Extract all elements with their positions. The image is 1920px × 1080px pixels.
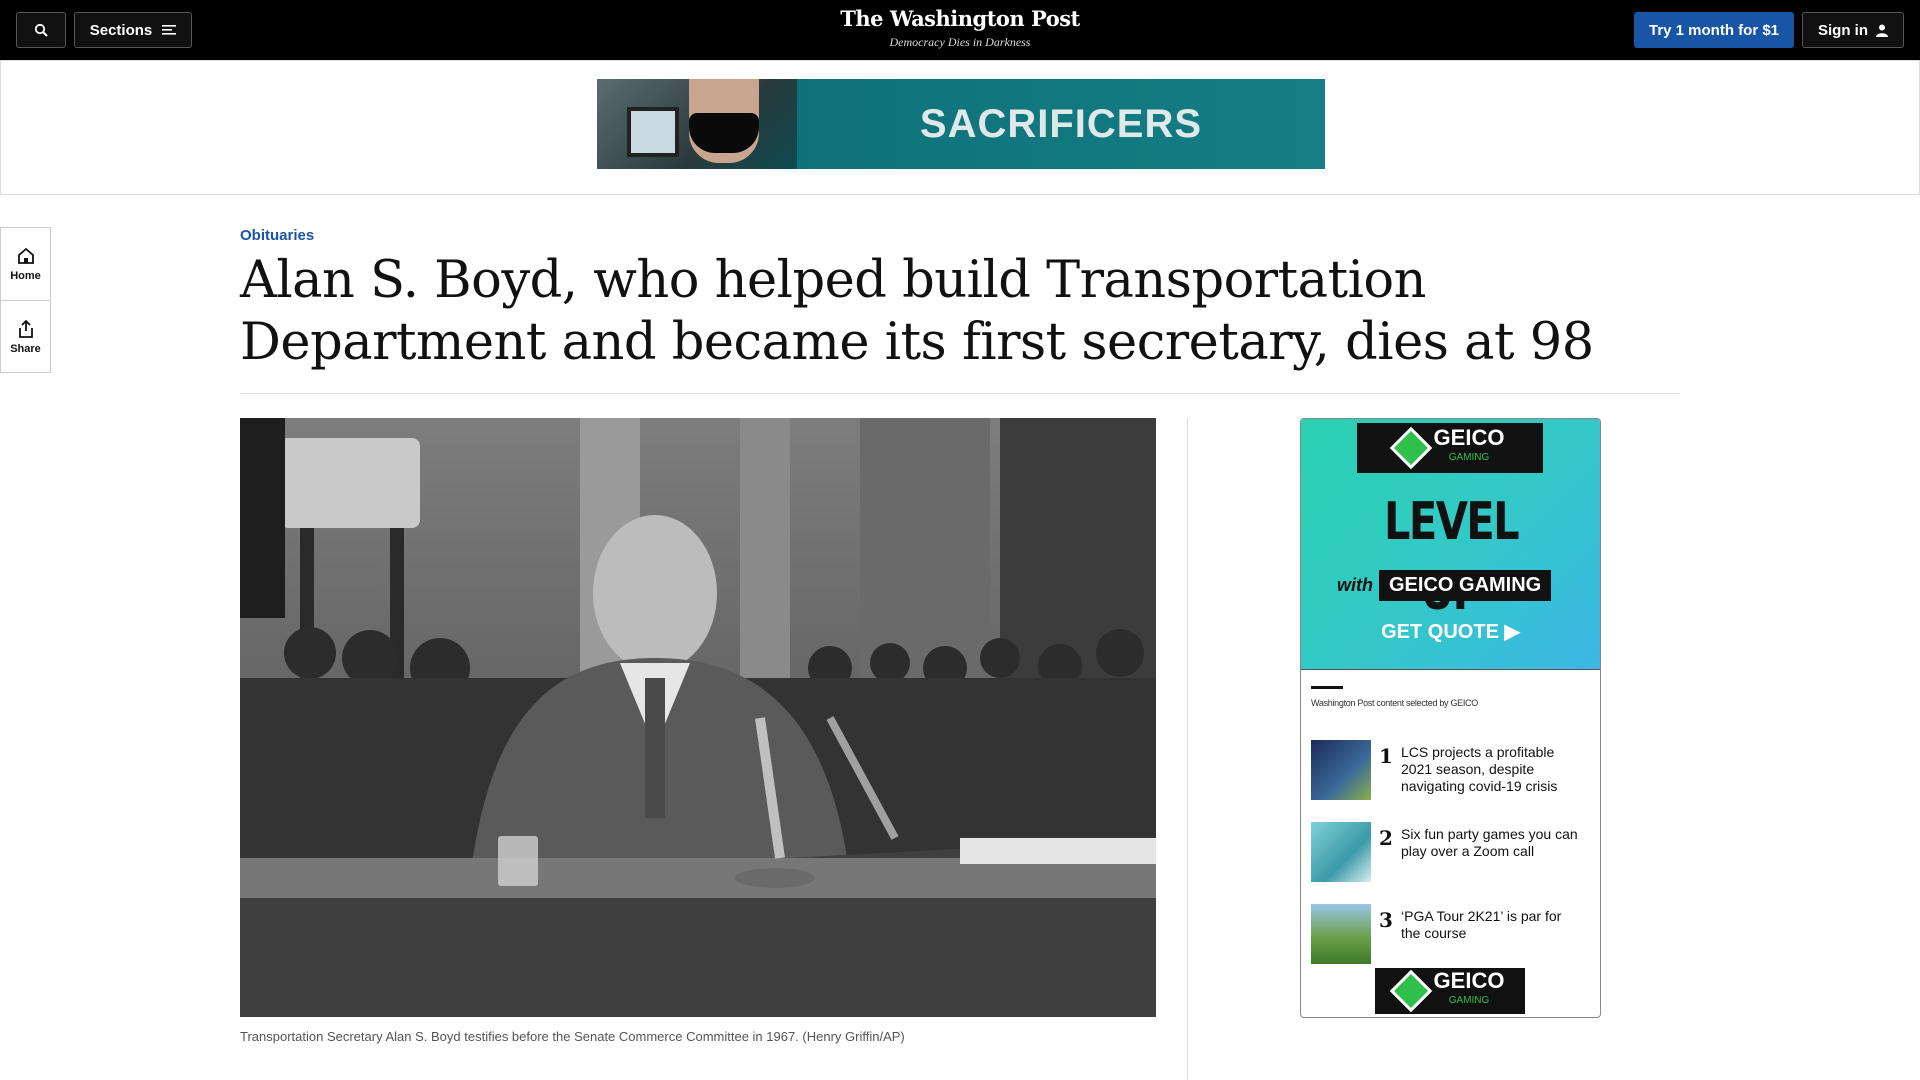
ad-banner-text: SACRIFICERS (919, 101, 1203, 146)
user-icon (1876, 24, 1888, 37)
geico-logo: GEICO GAMING (1357, 423, 1543, 473)
sponsored-content-list: Washington Post content selected by GEIC… (1301, 669, 1600, 1017)
geico-footer-brand-text: GEICO (1433, 968, 1505, 993)
sponsored-title-3: ‘PGA Tour 2K21’ is par for the course (1401, 908, 1562, 941)
share-label: Share (10, 342, 41, 355)
geico-brand-text: GEICO (1433, 425, 1505, 450)
selected-by-text: Washington Post content selected by GEIC… (1311, 698, 1478, 708)
home-label: Home (10, 270, 41, 282)
geico-ad-hero[interactable]: GEICO GAMING LEVEL UP with GEICO GAMING … (1301, 419, 1600, 669)
sponsored-item-3[interactable]: 3 ‘PGA Tour 2K21’ is par for the course (1311, 904, 1591, 964)
sponsored-item-1[interactable]: 1 LCS projects a profitable 2021 season,… (1311, 740, 1591, 800)
washington-post-logo[interactable]: The Washington Post Democracy Dies in Da… (760, 6, 1160, 50)
geico-sidebar-ad[interactable]: GEICO GAMING LEVEL UP with GEICO GAMING … (1300, 418, 1601, 1018)
sponsored-title-2: Six fun party games you can play over a … (1401, 826, 1578, 859)
sponsored-thumb-1 (1311, 740, 1371, 800)
subscribe-button[interactable]: Try 1 month for $1 (1634, 12, 1794, 48)
sign-in-button[interactable]: Sign in (1802, 12, 1904, 48)
hamburger-icon (162, 25, 177, 35)
geico-footer-brand-sub: GAMING (1448, 995, 1490, 1006)
column-divider (1187, 418, 1188, 1080)
sacrificers-ad-banner[interactable]: SACRIFICERS (597, 79, 1325, 169)
with-geico-gaming: with GEICO GAMING (1337, 567, 1569, 603)
sponsored-thumb-2 (1311, 822, 1371, 882)
home-button[interactable]: Home (1, 228, 50, 300)
sections-menu-button[interactable]: Sections (74, 12, 192, 48)
get-quote-button[interactable]: GET QUOTE ▶ (1301, 619, 1600, 644)
sponsored-number-2: 2 (1379, 826, 1393, 850)
top-navigation-bar: Sections The Washington Post Democracy D… (0, 0, 1920, 60)
section-kicker-link[interactable]: Obituaries (240, 227, 314, 244)
list-accent-bar (1311, 686, 1343, 689)
lead-photo-illustration (240, 418, 1156, 1017)
ad-mask-image (689, 113, 759, 153)
geico-g-icon (1389, 969, 1432, 1013)
article-lead-photo[interactable] (240, 418, 1156, 1017)
left-share-rail: Home Share (0, 227, 51, 373)
photo-caption: Transportation Secretary Alan S. Boyd te… (240, 1029, 905, 1044)
sponsored-number-1: 1 (1379, 744, 1393, 768)
sponsored-title-1: LCS projects a profitable 2021 season, d… (1401, 744, 1558, 794)
geico-g-icon (1389, 426, 1432, 470)
article-headline: Alan S. Boyd, who helped build Transport… (240, 251, 1594, 372)
geico-brand-sub: GAMING (1448, 452, 1490, 463)
logo-tagline: Democracy Dies in Darkness (889, 35, 1031, 49)
logo-name: The Washington Post (840, 6, 1080, 31)
sections-label: Sections (89, 21, 153, 39)
share-icon (18, 319, 33, 338)
with-text: with (1337, 574, 1373, 595)
ad-monitor-image (627, 107, 679, 157)
top-ad-container: SACRIFICERS (0, 60, 1920, 195)
headline-divider (240, 393, 1680, 394)
geico-gaming-text: GEICO GAMING (1379, 569, 1552, 601)
share-button[interactable]: Share (1, 300, 50, 372)
search-icon (34, 23, 48, 37)
geico-footer-logo[interactable]: GEICO GAMING (1375, 968, 1525, 1014)
level-up-headline: LEVEL UP (1383, 492, 1520, 622)
home-icon (17, 247, 34, 264)
sponsored-item-2[interactable]: 2 Six fun party games you can play over … (1311, 822, 1591, 882)
search-button[interactable] (16, 12, 66, 48)
sign-in-label: Sign in (1818, 21, 1868, 39)
sponsored-thumb-3 (1311, 904, 1371, 964)
ad-photo (597, 79, 797, 169)
sponsored-number-3: 3 (1379, 908, 1393, 932)
